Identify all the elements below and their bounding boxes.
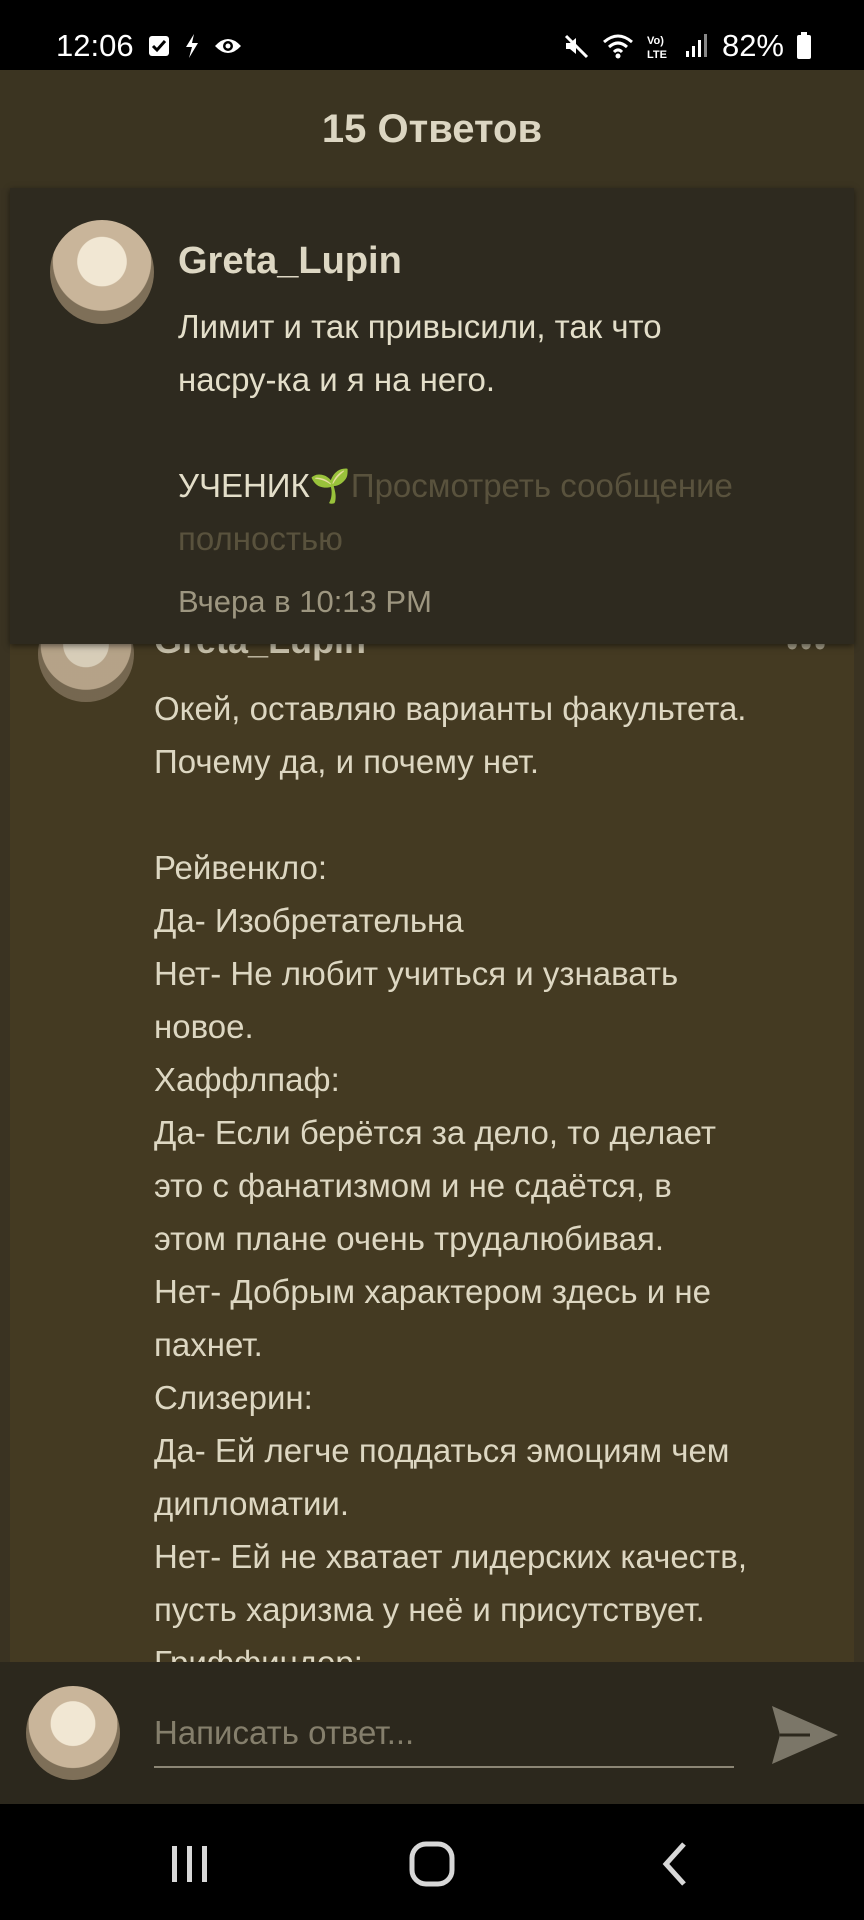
reply-text: Окей, оставляю варианты факультета. Поче… — [154, 682, 844, 1689]
rank-label: УЧЕНИК🌱 — [178, 467, 351, 504]
reply-line: Да- Если берётся за дело, то делает — [154, 1114, 716, 1151]
reply-line: Рейвенкло: — [154, 849, 328, 886]
reply-line: Да- Изобретательна — [154, 902, 464, 939]
reply-composer — [0, 1662, 864, 1804]
reply-line: новое. — [154, 1008, 254, 1045]
volte-icon: Vo) LTE — [647, 35, 667, 60]
signal-icon — [685, 34, 707, 57]
reply-author[interactable]: Greta_Lupin — [154, 644, 366, 662]
reply-line: пусть харизма у неё и присутствует. — [154, 1591, 705, 1628]
post-line — [178, 406, 828, 459]
reply-line: Да- Ей легче поддаться эмоциям чем — [154, 1432, 730, 1469]
send-icon[interactable] — [770, 1702, 840, 1768]
svg-text:Vo): Vo) — [647, 35, 664, 47]
mute-icon — [564, 34, 589, 59]
replies-screen: 15 Ответов Greta_Lupin Лимит и так привы… — [0, 70, 864, 1804]
reply-line: Нет- Не любит учиться и узнавать — [154, 955, 679, 992]
svg-text:LTE: LTE — [647, 49, 667, 60]
post-timestamp: Вчера в 10:13 PM — [178, 584, 432, 619]
reply-item[interactable]: Greta_Lupin ••• Окей, оставляю варианты … — [10, 644, 854, 1732]
reply-line: Нет- Ей не хватает лидерских качеств, — [154, 1538, 747, 1575]
battery-percent: 82% — [721, 28, 784, 63]
checkbox-icon — [148, 36, 169, 56]
post-line: УЧЕНИК🌱Просмотреть сообщение полностью — [178, 459, 828, 565]
post-author[interactable]: Greta_Lupin — [178, 240, 402, 283]
post-text: Лимит и так привысили, так что насру-ка … — [178, 300, 828, 565]
bolt-icon — [185, 34, 198, 58]
post-line: Лимит и так привысили, так что — [178, 308, 662, 345]
thread-list[interactable]: Greta_Lupin Лимит и так привысили, так ч… — [10, 188, 854, 1732]
reply-line: Хаффлпаф: — [154, 1061, 340, 1098]
reply-line: Почему да, и почему нет. — [154, 743, 540, 780]
reply-line: этом плане очень трудалюбивая. — [154, 1220, 665, 1257]
reply-line: дипломатии. — [154, 1485, 350, 1522]
battery-icon — [797, 32, 811, 59]
more-options-icon[interactable]: ••• — [786, 644, 828, 665]
reply-line: пахнет. — [154, 1326, 263, 1363]
reply-input[interactable] — [154, 1700, 734, 1768]
reply-line — [154, 788, 844, 841]
wifi-icon — [602, 34, 633, 59]
avatar — [26, 1686, 120, 1780]
system-nav-bar — [0, 1804, 864, 1920]
original-post[interactable]: Greta_Lupin Лимит и так привысили, так ч… — [10, 188, 854, 644]
home-icon[interactable] — [402, 1840, 462, 1888]
status-bar: 12:06 Vo) LTE 82% — [0, 0, 864, 70]
top-app-bar: 15 Ответов — [0, 70, 864, 188]
avatar[interactable] — [38, 644, 134, 702]
reply-line: Слизерин: — [154, 1379, 313, 1416]
back-icon[interactable] — [646, 1840, 706, 1888]
page-title: 15 Ответов — [321, 106, 543, 151]
reply-line: это с фанатизмом и не сдаётся, в — [154, 1167, 672, 1204]
reply-line: Окей, оставляю варианты факультета. — [154, 690, 747, 727]
avatar[interactable] — [50, 220, 154, 324]
clock: 12:06 — [56, 28, 134, 63]
post-line: насру-ка и я на него. — [178, 361, 496, 398]
reply-line: Нет- Добрым характером здесь и не — [154, 1273, 711, 1310]
eye-icon — [214, 39, 241, 53]
recent-apps-icon[interactable] — [160, 1840, 220, 1888]
